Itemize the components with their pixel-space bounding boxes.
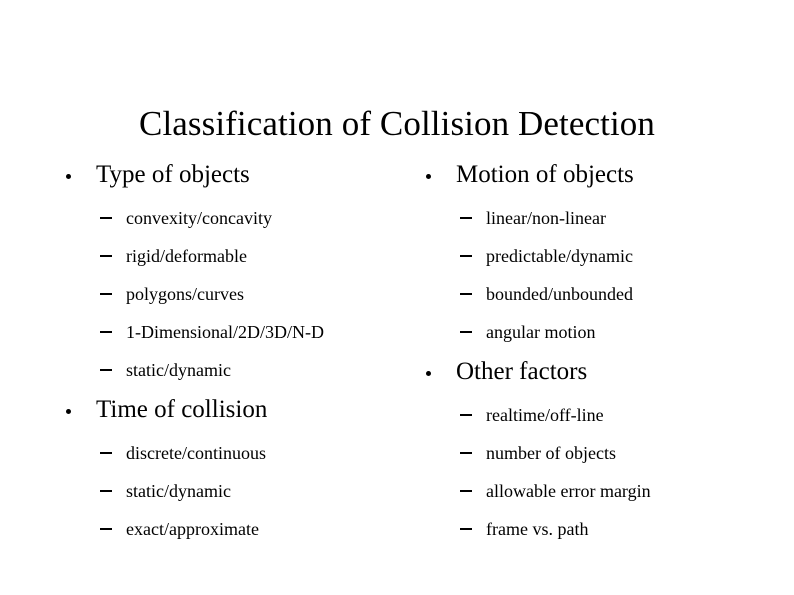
bullet-label: Type of objects [96, 161, 250, 188]
sub-bullet-label: discrete/continuous [126, 443, 266, 463]
sub-bullet-dash-icon [100, 331, 112, 333]
sub-bullet-label: linear/non-linear [486, 208, 606, 228]
sub-bullet-label: bounded/unbounded [486, 284, 633, 304]
sub-bullet-label: number of objects [486, 443, 616, 463]
sub-bullet-label: exact/approximate [126, 519, 259, 539]
sub-bullet-dash-icon [460, 255, 472, 257]
sub-bullet-label: angular motion [486, 322, 596, 342]
sub-bullet-dash-icon [100, 255, 112, 257]
sub-bullet-dash-icon [100, 369, 112, 371]
sub-bullet-realtime-offline: realtime/off-line [418, 404, 790, 426]
sub-bullet-dash-icon [100, 528, 112, 530]
sub-bullet-frame-vs-path: frame vs. path [418, 518, 790, 540]
sub-bullet-label: predictable/dynamic [486, 246, 633, 266]
bullet-motion-of-objects: Motion of objects [418, 160, 790, 190]
sub-bullet-exact-approximate: exact/approximate [58, 518, 418, 540]
sub-bullet-label: rigid/deformable [126, 246, 247, 266]
sub-bullet-angular-motion: angular motion [418, 321, 790, 343]
sub-bullet-dash-icon [100, 293, 112, 295]
sub-bullet-dash-icon [460, 528, 472, 530]
sub-bullet-dash-icon [100, 490, 112, 492]
sub-bullet-polygons-curves: polygons/curves [58, 283, 418, 305]
sub-bullet-dash-icon [460, 490, 472, 492]
sub-bullet-dash-icon [460, 293, 472, 295]
sub-bullet-label: convexity/concavity [126, 208, 272, 228]
bullet-dot-icon [66, 174, 71, 179]
sub-bullet-dash-icon [100, 217, 112, 219]
sub-bullet-dash-icon [460, 217, 472, 219]
sub-bullet-dash-icon [460, 414, 472, 416]
page-title: Classification of Collision Detection [139, 104, 655, 144]
bullet-label: Other factors [456, 358, 588, 385]
sub-bullet-dash-icon [100, 452, 112, 454]
bullet-type-of-objects: Type of objects [58, 160, 418, 190]
sub-bullet-discrete-continuous: discrete/continuous [58, 442, 418, 464]
sub-bullet-convexity-concavity: convexity/concavity [58, 207, 418, 229]
slide-canvas: Classification of Collision Detection Ty… [0, 0, 794, 595]
sub-bullet-allowable-error-margin: allowable error margin [418, 480, 790, 502]
sub-bullet-static-dynamic-time: static/dynamic [58, 480, 418, 502]
bullet-label: Motion of objects [456, 161, 634, 188]
bullet-other-factors: Other factors [418, 357, 790, 387]
sub-bullet-rigid-deformable: rigid/deformable [58, 245, 418, 267]
sub-bullet-label: polygons/curves [126, 284, 244, 304]
sub-bullet-label: static/dynamic [126, 360, 231, 380]
sub-bullet-bounded-unbounded: bounded/unbounded [418, 283, 790, 305]
sub-bullet-dash-icon [460, 331, 472, 333]
sub-bullet-label: 1-Dimensional/2D/3D/N-D [126, 322, 324, 342]
sub-bullet-label: static/dynamic [126, 481, 231, 501]
bullet-time-of-collision: Time of collision [58, 395, 418, 425]
bullet-dot-icon [426, 174, 431, 179]
bullet-dot-icon [66, 409, 71, 414]
sub-bullet-label: realtime/off-line [486, 405, 604, 425]
content-column-right: Motion of objects linear/non-linear pred… [418, 160, 790, 540]
sub-bullet-label: allowable error margin [486, 481, 651, 501]
sub-bullet-linear-nonlinear: linear/non-linear [418, 207, 790, 229]
bullet-label: Time of collision [96, 396, 268, 423]
sub-bullet-static-dynamic: static/dynamic [58, 359, 418, 381]
sub-bullet-predictable-dynamic: predictable/dynamic [418, 245, 790, 267]
bullet-dot-icon [426, 371, 431, 376]
sub-bullet-dimensional: 1-Dimensional/2D/3D/N-D [58, 321, 418, 343]
sub-bullet-dash-icon [460, 452, 472, 454]
content-column-left: Type of objects convexity/concavity rigi… [58, 160, 418, 540]
sub-bullet-number-of-objects: number of objects [418, 442, 790, 464]
sub-bullet-label: frame vs. path [486, 519, 589, 539]
